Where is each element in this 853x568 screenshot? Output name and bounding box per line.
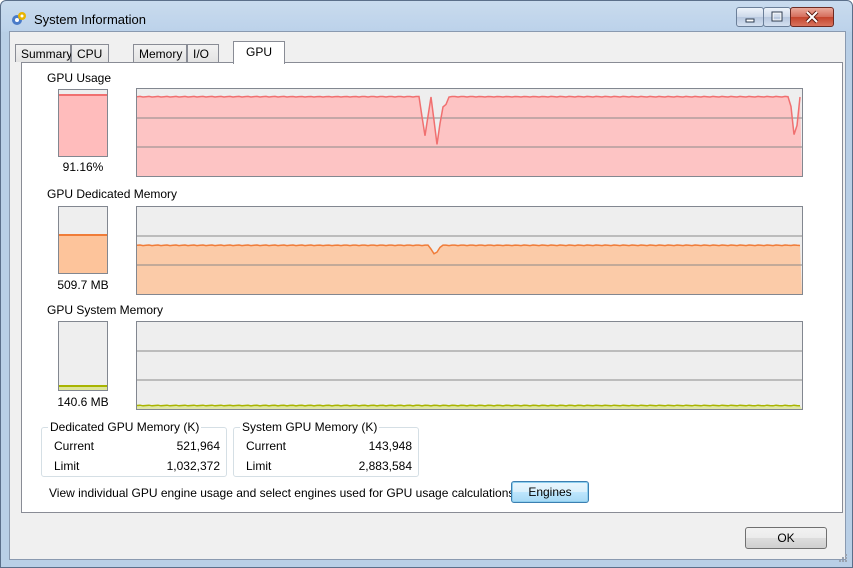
gpu-usage-meter <box>58 89 108 157</box>
minimize-button[interactable] <box>736 7 764 27</box>
tab-io[interactable]: I/O <box>187 44 219 62</box>
close-icon <box>805 10 819 24</box>
tab-summary-label: Summary <box>21 47 73 61</box>
gpu-system-memory-value: 140.6 MB <box>57 395 109 409</box>
system-information-window: System Information Summary CPU Memory I/… <box>0 0 853 568</box>
tab-gpu[interactable]: GPU <box>233 41 285 64</box>
gpu-usage-series-area <box>137 96 802 176</box>
ok-button-label: OK <box>777 531 795 545</box>
tab-cpu-label: CPU <box>77 47 103 61</box>
dedicated-current-label: Current <box>54 439 95 453</box>
engines-prompt-text: View individual GPU engine usage and sel… <box>49 486 518 500</box>
system-limit-value: 2,883,584 <box>358 459 412 473</box>
title-bar[interactable]: System Information <box>1 1 852 31</box>
system-gpu-memory-group-title: System GPU Memory (K) <box>240 420 380 434</box>
system-current-value: 143,948 <box>368 439 412 453</box>
dedicated-limit-label: Limit <box>54 459 80 473</box>
gpu-system-memory-history-graph <box>136 321 803 410</box>
gpu-usage-title: GPU Usage <box>47 71 112 85</box>
gpu-usage-history-graph <box>136 88 803 177</box>
system-gpu-memory-group: System GPU Memory (K) Current 143,948 Li… <box>233 420 419 477</box>
gpu-system-memory-title: GPU System Memory <box>47 303 164 317</box>
tab-memory[interactable]: Memory <box>133 44 187 62</box>
tab-gpu-label: GPU <box>245 45 272 59</box>
gpu-dedicated-memory-meter <box>58 206 108 274</box>
tab-cpu[interactable]: CPU <box>71 44 109 62</box>
engines-button-label: Engines <box>528 485 572 499</box>
gpu-dedicated-memory-meter-fill <box>59 234 107 273</box>
gpu-usage-meter-fill <box>59 93 107 156</box>
system-current-label: Current <box>246 439 287 453</box>
close-button[interactable] <box>790 7 834 27</box>
gpu-dedicated-memory-value: 509.7 MB <box>57 278 109 292</box>
gpu-system-memory-series-line <box>137 404 801 407</box>
dedicated-gpu-memory-group-title: Dedicated GPU Memory (K) <box>48 420 202 434</box>
maximize-button[interactable] <box>763 7 791 27</box>
tab-io-label: I/O <box>193 47 210 61</box>
dedicated-limit-value: 1,032,372 <box>166 459 220 473</box>
tab-memory-label: Memory <box>139 47 183 61</box>
dedicated-gpu-memory-group: Dedicated GPU Memory (K) Current 521,964… <box>41 420 227 477</box>
window-title: System Information <box>34 12 146 27</box>
gpu-dedicated-memory-history-graph <box>136 206 803 295</box>
maximize-icon <box>771 11 783 22</box>
gpu-dedicated-memory-title: GPU Dedicated Memory <box>47 187 178 201</box>
tab-summary[interactable]: Summary <box>15 44 73 62</box>
gpu-system-memory-meter-fill <box>59 385 107 390</box>
gpu-system-memory-meter <box>58 321 108 391</box>
gpu-usage-value: 91.16% <box>62 160 104 174</box>
minimize-icon <box>745 18 755 23</box>
system-information-icon <box>12 12 26 25</box>
engines-button[interactable]: Engines <box>511 481 589 503</box>
ok-button[interactable]: OK <box>745 527 827 549</box>
system-limit-label: Limit <box>246 459 272 473</box>
gpu-dedicated-memory-series-area <box>137 245 802 294</box>
dedicated-current-value: 521,964 <box>176 439 220 453</box>
resize-grip-icon[interactable] <box>838 553 848 563</box>
